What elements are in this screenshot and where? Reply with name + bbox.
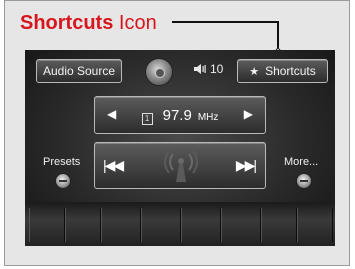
- bezel-segment: [181, 208, 221, 242]
- seek-back-icon[interactable]: |◀◀: [103, 157, 124, 174]
- bezel-segment: [261, 208, 297, 242]
- preset-number-icon: 1: [141, 112, 153, 125]
- volume-knob-icon[interactable]: [145, 58, 173, 86]
- callout-bold: Shortcuts: [20, 12, 114, 34]
- callout-regular: Icon: [113, 12, 157, 34]
- tune-down-icon[interactable]: ◀: [107, 107, 116, 121]
- callout-caption: Shortcuts Icon: [20, 10, 157, 36]
- bezel-segment: [65, 208, 101, 242]
- audio-screen: Audio Source 10 ★ Shortcuts ◀ 1 97.9 MHz…: [25, 50, 335, 246]
- bezel-segment: [101, 208, 141, 242]
- more-label: More...: [284, 156, 319, 168]
- volume-level: 10: [210, 62, 224, 76]
- volume-indicator: 10: [193, 62, 223, 76]
- more-button[interactable]: [296, 173, 312, 189]
- frequency-display: 1 97.9 MHz: [141, 106, 219, 125]
- bezel-segment: [141, 208, 181, 242]
- antenna-icon: [164, 150, 198, 182]
- bezel-segment: [297, 208, 333, 242]
- shortcuts-label: Shortcuts: [265, 64, 316, 78]
- audio-source-button[interactable]: Audio Source: [36, 59, 122, 83]
- shortcuts-button[interactable]: ★ Shortcuts: [237, 59, 328, 83]
- bezel-segment: [29, 208, 65, 242]
- audio-source-label: Audio Source: [42, 64, 116, 78]
- star-icon: ★: [249, 65, 260, 78]
- presets-label: Presets: [43, 156, 81, 168]
- bezel-segment: [221, 208, 261, 242]
- frequency-unit: MHz: [197, 111, 219, 123]
- dashboard-bezel: [25, 202, 335, 246]
- frequency-value: 97.9: [162, 106, 192, 124]
- callout-leader-line: [172, 21, 279, 23]
- speaker-icon: [194, 64, 206, 74]
- seek-bar: |◀◀ ▶▶|: [94, 142, 266, 189]
- seek-forward-icon[interactable]: ▶▶|: [236, 157, 257, 174]
- presets-button[interactable]: [55, 173, 71, 189]
- tune-up-icon[interactable]: ▶: [244, 107, 253, 121]
- tune-bar: ◀ 1 97.9 MHz ▶: [94, 96, 266, 134]
